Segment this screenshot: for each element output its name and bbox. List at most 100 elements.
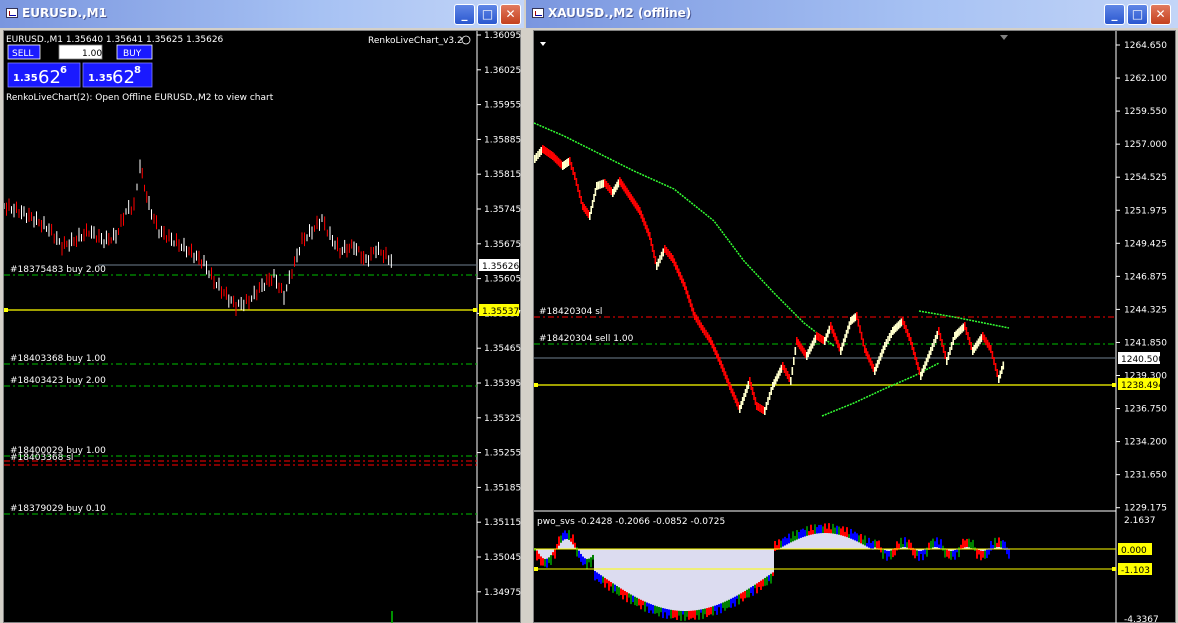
pwo-signal-bar	[1000, 541, 1002, 548]
indicator-zero-tag-text: 0.000	[1121, 546, 1147, 556]
pwo-signal-bar	[560, 535, 562, 543]
pwo-signal-bar	[730, 598, 732, 608]
minimize-button[interactable]: _	[1104, 4, 1125, 25]
renko-brick	[850, 317, 852, 325]
bid-price-tag-text: 1.35626	[482, 262, 519, 272]
renko-brick	[605, 181, 608, 189]
renko-brick	[756, 402, 758, 410]
sell-price-small: 1.35	[13, 73, 38, 84]
maximize-button[interactable]: □	[1127, 4, 1148, 25]
xauusd-chart-canvas[interactable]: 1264.650 1262.100 1259.550 1257.000 1254.525…	[534, 31, 1177, 623]
renko-brick	[665, 247, 668, 255]
renko-brick	[828, 325, 831, 334]
pwo-indicator-label: pwo_svs -0.2428 -0.2066 -0.0852 -0.0725	[537, 517, 725, 527]
renko-brick	[749, 377, 751, 385]
renko-brick	[973, 344, 976, 353]
pwo-signal-bar	[612, 583, 614, 593]
pwo-signal-bar	[710, 606, 712, 615]
renko-brick	[956, 329, 959, 338]
eurusd-chart-area[interactable]: SELL 1.00 BUY 1.35 62 6 1.35 62 8 EURUSD…	[3, 30, 521, 623]
renko-brick	[593, 194, 595, 202]
xauusd-titlebar[interactable]: XAUUSD.,M2 (offline) _ □ ✕	[526, 0, 1178, 28]
pwo-signal-bar	[566, 533, 568, 540]
xauusd-chart-area[interactable]: 1264.650 1262.100 1259.550 1257.000 1254.525…	[533, 30, 1176, 623]
pwo-area-bar	[660, 549, 662, 610]
chart-shift-handle-icon[interactable]	[1000, 35, 1008, 40]
indicator-level-handle-left[interactable]	[534, 567, 538, 571]
renko-brick	[672, 255, 674, 263]
maximize-button[interactable]: □	[477, 4, 498, 25]
chart-window-icon	[532, 8, 544, 18]
pwo-signal-bar	[604, 577, 606, 588]
renko-brick	[842, 338, 845, 347]
renko-brick	[968, 337, 971, 345]
renko-brick	[681, 275, 683, 284]
renko-brick	[803, 347, 805, 356]
renko-brick	[785, 368, 787, 376]
pwo-signal-bar	[816, 527, 818, 534]
renko-brick	[884, 342, 886, 350]
renko-brick	[875, 363, 878, 372]
pwo-area-bar	[816, 531, 818, 549]
pwo-signal-bar	[552, 552, 554, 556]
renko-brick	[569, 157, 571, 165]
pwo-area-bar	[810, 532, 812, 549]
pwo-signal-bar	[678, 610, 680, 616]
renko-brick	[838, 343, 841, 352]
pwo-signal-bar	[906, 542, 908, 548]
renko-brick	[726, 374, 728, 383]
renko-brick	[679, 271, 682, 280]
close-button[interactable]: ✕	[500, 4, 521, 25]
pwo-signal-bar	[712, 606, 714, 616]
pwo-signal-bar	[722, 602, 724, 608]
xauusd-window-title: XAUUSD.,M2 (offline)	[548, 6, 692, 20]
pwo-signal-bar	[924, 549, 926, 555]
axis-price-label: 1251.975	[1124, 206, 1167, 216]
pwo-signal-bar	[864, 535, 866, 546]
eurusd-window[interactable]: EURUSD.,M1 _ □ ✕ SELL 1.00 BUY 1.35 62 6…	[0, 0, 524, 623]
level-line-handle-left[interactable]	[534, 383, 538, 387]
pwo-area-bar	[692, 549, 694, 613]
pwo-area-bar	[772, 549, 774, 575]
pwo-signal-bar	[736, 595, 738, 599]
xauusd-window[interactable]: XAUUSD.,M2 (offline) _ □ ✕ 1264.650 1262.…	[526, 0, 1178, 623]
pwo-area-bar	[714, 549, 716, 608]
renko-brick	[730, 385, 733, 394]
renko-brick	[859, 325, 861, 334]
renko-brick	[994, 363, 997, 371]
renko-brick	[544, 147, 547, 155]
eurusd-chart-canvas[interactable]: SELL 1.00 BUY 1.35 62 6 1.35 62 8 EURUSD…	[4, 31, 522, 623]
level-line-handle-left[interactable]	[4, 308, 8, 312]
pwo-area-bar	[626, 549, 628, 595]
renko-brick	[644, 221, 647, 230]
renko-brick	[570, 162, 573, 170]
renko-brick	[896, 322, 898, 331]
sell-button-label: SELL	[12, 49, 33, 59]
pwo-signal-bar	[682, 610, 684, 615]
renko-brick	[633, 198, 635, 207]
eurusd-titlebar[interactable]: EURUSD.,M1 _ □ ✕	[0, 0, 524, 28]
pwo-area-bar	[690, 549, 692, 613]
pwo-signal-bar	[594, 571, 596, 581]
renko-brick	[810, 343, 812, 352]
level-line-handle-right[interactable]	[1112, 383, 1116, 387]
pwo-signal-bar	[862, 539, 864, 545]
renko-brick	[651, 244, 654, 252]
renko-brick	[854, 313, 857, 322]
pwo-area-bar	[720, 549, 722, 606]
pwo-signal-bar	[790, 538, 792, 543]
indicator-level-handle-right[interactable]	[1112, 567, 1116, 571]
renko-brick	[614, 184, 617, 193]
minimize-button[interactable]: _	[454, 4, 475, 25]
pwo-signal-bar	[876, 541, 878, 549]
renko-brick	[640, 210, 643, 219]
renko-brick	[711, 340, 714, 349]
renko-brick	[587, 210, 590, 218]
pwo-area-bar	[666, 549, 668, 612]
renko-brick	[791, 367, 794, 375]
pwo-area-bar	[614, 549, 616, 587]
pwo-area-bar	[762, 549, 764, 582]
renko-brick	[920, 372, 922, 380]
close-button[interactable]: ✕	[1150, 4, 1171, 25]
level-line-handle-right[interactable]	[473, 308, 477, 312]
